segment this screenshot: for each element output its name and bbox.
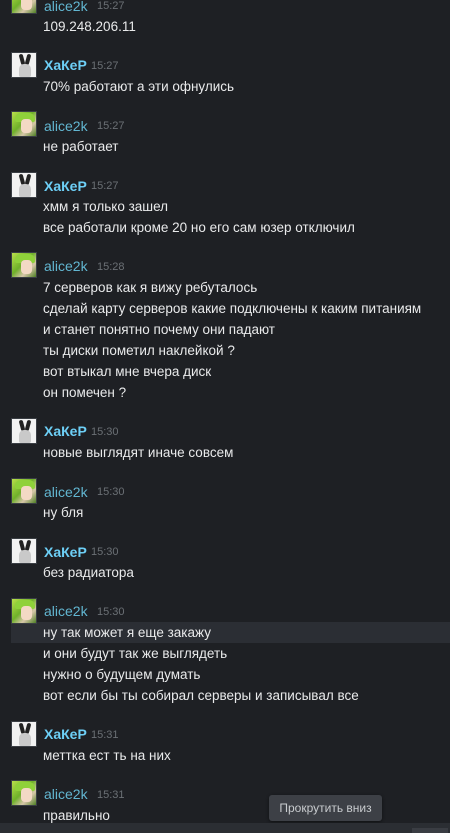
message-line: вот втыкал мне вчера диск — [43, 364, 212, 379]
author-name[interactable]: ХаКеР — [44, 178, 87, 194]
author-name[interactable]: ХаКеР — [44, 423, 87, 439]
author-name[interactable]: alice2k — [44, 484, 88, 500]
avatar[interactable] — [11, 0, 37, 14]
avatar[interactable] — [11, 418, 37, 444]
message-line: ну бля — [43, 505, 84, 520]
timestamp: 15:27 — [97, 0, 125, 12]
author-name[interactable]: ХаКеР — [44, 57, 87, 73]
timestamp: 15:31 — [97, 789, 125, 801]
message-line: правильно — [43, 808, 110, 823]
avatar[interactable] — [11, 111, 37, 137]
avatar[interactable] — [11, 172, 37, 198]
author-name[interactable]: ХаКеР — [44, 544, 87, 560]
author-name[interactable]: ХаКеР — [44, 726, 87, 742]
message-line: все работали кроме 20 но его сам юзер от… — [43, 220, 355, 235]
message-line: вот если бы ты собирал серверы и записыв… — [43, 688, 359, 703]
message-line: нужно о будущем думать — [43, 667, 201, 682]
scroll-to-bottom-button[interactable]: Прокрутить вниз — [269, 795, 382, 821]
timestamp: 15:30 — [97, 486, 125, 498]
message-line: и они будут так же выглядеть — [43, 646, 228, 661]
timestamp: 15:28 — [97, 261, 125, 273]
author-name[interactable]: alice2k — [44, 786, 88, 802]
chat-log: alice2k 15:27 109.248.206.11 ХаКеР 15:27… — [0, 0, 450, 833]
timestamp: 15:27 — [97, 120, 125, 132]
timestamp: 15:30 — [91, 546, 119, 558]
scrollbar-thumb[interactable] — [412, 828, 448, 833]
message-line[interactable]: ну так может я еще закажу — [43, 625, 211, 640]
avatar[interactable] — [11, 252, 37, 278]
avatar[interactable] — [11, 538, 37, 564]
avatar[interactable] — [11, 478, 37, 504]
avatar[interactable] — [11, 598, 37, 624]
message-line: 109.248.206.11 — [43, 19, 136, 34]
author-name[interactable]: alice2k — [44, 0, 88, 14]
horizontal-scrollbar[interactable] — [0, 823, 450, 833]
message-line: без радиатора — [43, 565, 134, 580]
author-name[interactable]: alice2k — [44, 603, 88, 619]
timestamp: 15:30 — [91, 426, 119, 438]
author-name[interactable]: alice2k — [44, 258, 88, 274]
message-line: и станет понятно почему они падают — [43, 322, 275, 337]
avatar[interactable] — [11, 780, 37, 806]
message-line: 70% работают а эти офнулись — [43, 79, 235, 94]
message-line: меттка ест ть на них — [43, 748, 171, 763]
message-line: сделай карту серверов какие подключены к… — [43, 301, 422, 316]
avatar[interactable] — [11, 52, 37, 78]
message-line: он помечен ? — [43, 385, 127, 400]
timestamp: 15:31 — [91, 729, 119, 741]
message-line: ты диски пометил наклейкой ? — [43, 343, 235, 358]
avatar[interactable] — [11, 721, 37, 747]
message-line: новые выглядят иначе совсем — [43, 445, 234, 460]
message-line: 7 серверов как я вижу ребуталось — [43, 280, 258, 295]
author-name[interactable]: alice2k — [44, 118, 88, 134]
timestamp: 15:30 — [97, 606, 125, 618]
timestamp: 15:27 — [91, 180, 119, 192]
message-line: не работает — [43, 139, 119, 154]
timestamp: 15:27 — [91, 60, 119, 72]
message-line: хмм я только зашел — [43, 199, 169, 214]
